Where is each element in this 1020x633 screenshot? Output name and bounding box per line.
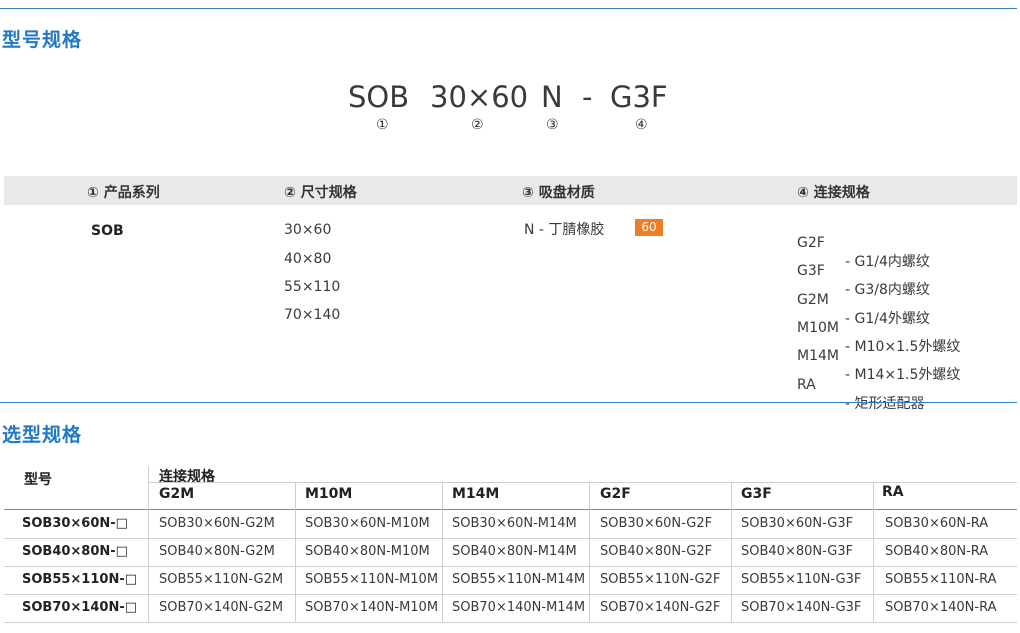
table-cell: SOB70×140N-RA <box>885 600 997 615</box>
table-cell: SOB70×140N-G2M <box>159 600 284 615</box>
connection-desc: - G1/4外螺纹 <box>845 311 930 327</box>
table-cell: SOB55×110N-G2M <box>159 572 284 587</box>
series-value: SOB <box>91 223 124 239</box>
table-cell: SOB30×60N-G3F <box>741 516 854 531</box>
table-row-model: SOB70×140N-□ <box>22 600 138 615</box>
header-connection: ④ 连接规格 <box>797 185 870 201</box>
table-row-model: SOB30×60N-□ <box>22 516 128 531</box>
top-rule <box>0 8 1017 9</box>
marker-4: ④ <box>635 117 648 133</box>
table-col-divider <box>148 466 149 622</box>
table-col-header: G2F <box>600 486 631 502</box>
table-header-bottom <box>4 509 1017 510</box>
connection-desc: - G3/8内螺纹 <box>845 282 930 298</box>
size-item: 40×80 <box>284 251 332 267</box>
table-col-divider <box>295 482 296 622</box>
table-row-model: SOB40×80N-□ <box>22 544 128 559</box>
table-cell: SOB55×110N-M14M <box>452 572 586 587</box>
table-cell: SOB70×140N-G2F <box>600 600 721 615</box>
size-item: 30×60 <box>284 222 332 238</box>
table-row-divider <box>4 538 1017 539</box>
code-size: 30×60 <box>430 80 529 114</box>
table-cell: SOB55×110N-G3F <box>741 572 862 587</box>
table-cell: SOB30×60N-G2F <box>600 516 713 531</box>
section-title-selection: 选型规格 <box>2 424 83 446</box>
connection-desc: - 矩形适配器 <box>845 396 925 412</box>
code-series: SOB <box>348 80 410 114</box>
table-row-divider <box>4 594 1017 595</box>
table-col-header: RA <box>882 484 904 500</box>
table-col-divider <box>873 482 874 622</box>
table-col-divider <box>589 482 590 622</box>
table-header-group: 连接规格 <box>159 469 215 485</box>
table-cell: SOB40×80N-G2F <box>600 544 713 559</box>
table-col-header: M10M <box>305 486 353 502</box>
connection-code: RA <box>797 377 816 393</box>
header-series: ① 产品系列 <box>87 185 160 201</box>
size-item: 70×140 <box>284 307 341 323</box>
table-cell: SOB30×60N-RA <box>885 516 989 531</box>
table-cell: SOB40×80N-G3F <box>741 544 854 559</box>
size-item: 55×110 <box>284 279 341 295</box>
table-col-header: M14M <box>452 486 500 502</box>
table-row-model: SOB55×110N-□ <box>22 572 138 587</box>
connection-desc: - M14×1.5外螺纹 <box>845 367 961 383</box>
table-row-divider <box>4 566 1017 567</box>
table-cell: SOB40×80N-M10M <box>305 544 430 559</box>
header-material: ③ 吸盘材质 <box>522 185 595 201</box>
material-label: N - 丁腈橡胶 <box>524 222 605 238</box>
connection-item: RA - 矩形适配器 <box>797 361 925 425</box>
code-dash: - <box>582 80 593 114</box>
code-material: N <box>541 80 563 114</box>
table-header-model: 型号 <box>24 472 52 488</box>
table-cell: SOB55×110N-RA <box>885 572 997 587</box>
table-cell: SOB70×140N-M14M <box>452 600 586 615</box>
connection-desc: - G1/4内螺纹 <box>845 254 930 270</box>
connection-desc: - M10×1.5外螺纹 <box>845 339 961 355</box>
mid-rule <box>0 402 1017 403</box>
table-cell: SOB40×80N-RA <box>885 544 989 559</box>
table-cell: SOB30×60N-G2M <box>159 516 275 531</box>
table-cell: SOB30×60N-M10M <box>305 516 430 531</box>
marker-1: ① <box>376 117 389 133</box>
marker-3: ③ <box>546 117 559 133</box>
table-cell: SOB40×80N-M14M <box>452 544 577 559</box>
code-connection: G3F <box>610 80 668 114</box>
table-cell: SOB30×60N-M14M <box>452 516 577 531</box>
table-cell: SOB55×110N-G2F <box>600 572 721 587</box>
table-col-divider <box>442 482 443 622</box>
hardness-badge: 60 <box>635 219 663 236</box>
table-col-divider <box>731 482 732 622</box>
table-col-header: G2M <box>159 486 195 502</box>
marker-2: ② <box>471 117 484 133</box>
section-title-model-spec: 型号规格 <box>2 29 83 51</box>
table-bottom <box>4 622 1017 623</box>
table-cell: SOB70×140N-M10M <box>305 600 439 615</box>
header-size: ② 尺寸规格 <box>284 185 357 201</box>
table-col-header: G3F <box>741 486 772 502</box>
table-header-divider <box>148 482 1017 483</box>
table-cell: SOB55×110N-M10M <box>305 572 439 587</box>
table-cell: SOB40×80N-G2M <box>159 544 275 559</box>
table-cell: SOB70×140N-G3F <box>741 600 862 615</box>
